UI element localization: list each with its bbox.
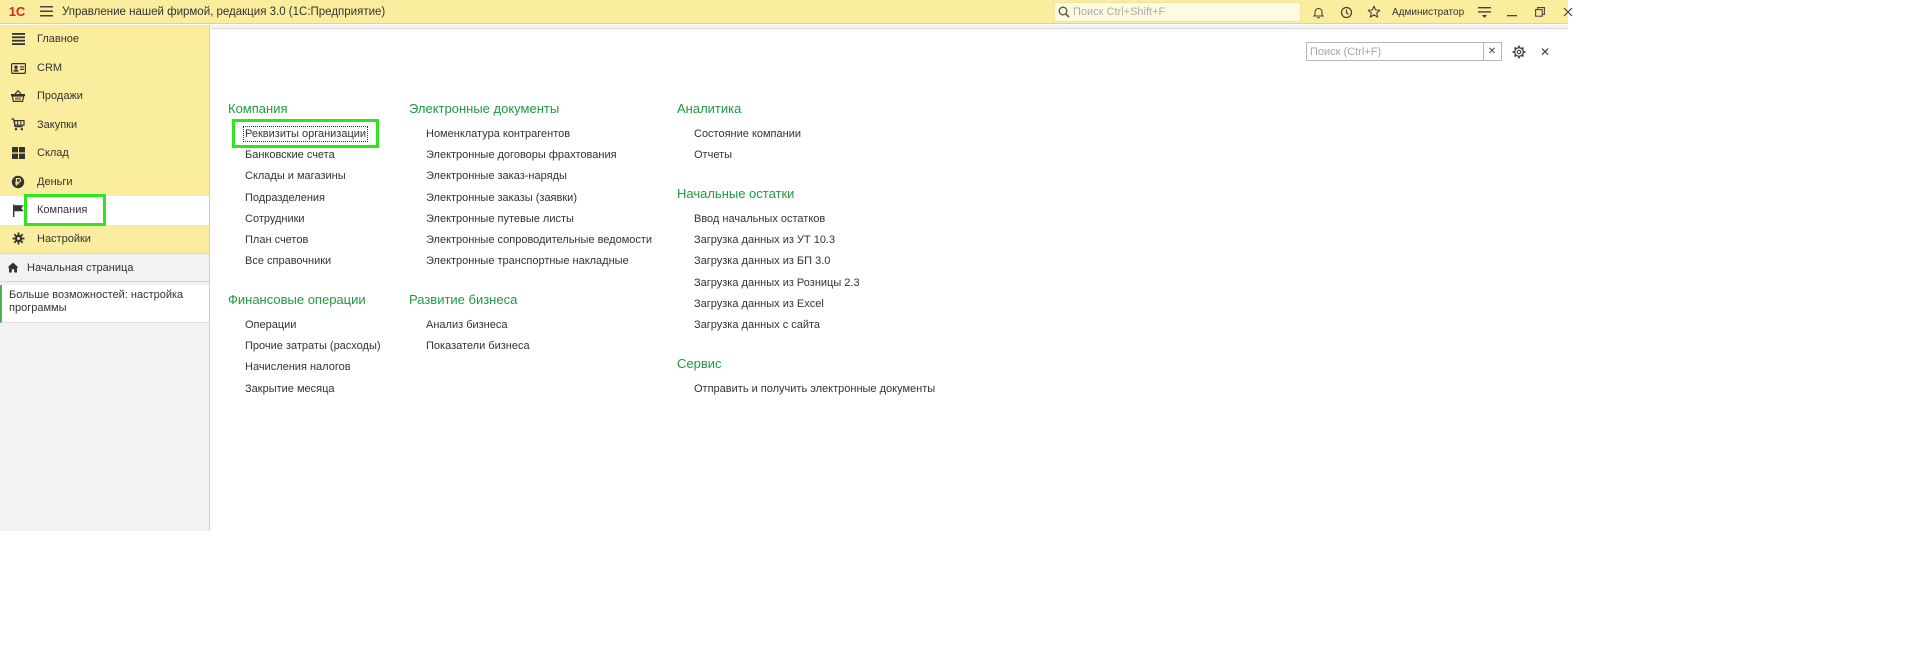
sidebar-item-money[interactable]: Деньги xyxy=(0,168,209,197)
gear-icon xyxy=(10,231,26,247)
sidebar-item-label: Компания xyxy=(37,204,88,217)
menu-lines-icon xyxy=(10,31,26,47)
sidebar-item-label: Настройки xyxy=(37,232,91,245)
panel-settings-icon[interactable] xyxy=(1509,42,1529,62)
main-menu-icon[interactable] xyxy=(34,0,58,24)
sidebar-item-label: Главное xyxy=(37,33,80,46)
group-title-opening-balances: Начальные остатки xyxy=(677,186,795,201)
more-features-link[interactable]: Больше возможностей: настройка программы xyxy=(0,285,209,323)
link-load-ut[interactable]: Загрузка данных из УТ 10.3 xyxy=(694,234,835,246)
sidebar-item-warehouse[interactable]: Склад xyxy=(0,139,209,168)
sidebar-item-label: Закупки xyxy=(37,118,78,131)
link-work-orders[interactable]: Электронные заказ-наряды xyxy=(426,170,567,182)
link-load-site[interactable]: Загрузка данных с сайта xyxy=(694,319,820,331)
group-title-service: Сервис xyxy=(677,356,722,371)
panel-close-icon[interactable]: ✕ xyxy=(1537,42,1553,62)
sidebar-item-crm[interactable]: CRM xyxy=(0,54,209,83)
cart-icon xyxy=(10,117,26,133)
global-search-input[interactable] xyxy=(1073,6,1293,18)
user-name[interactable]: Администратор xyxy=(1392,7,1464,18)
link-employees[interactable]: Сотрудники xyxy=(245,213,305,225)
link-business-indicators[interactable]: Показатели бизнеса xyxy=(426,340,530,352)
sidebar-item-label: Продажи xyxy=(37,90,83,103)
home-icon xyxy=(7,262,21,273)
title-bar: 1С Управление нашей фирмой, редакция 3.0… xyxy=(0,0,1573,24)
link-load-excel[interactable]: Загрузка данных из Excel xyxy=(694,298,824,310)
link-month-closing[interactable]: Закрытие месяца xyxy=(245,383,335,395)
app-logo: 1С xyxy=(8,4,26,19)
link-waybills[interactable]: Электронные путевые листы xyxy=(426,213,574,225)
sidebar: Главное CRM Продажи Закупки Склад Деньги… xyxy=(0,25,210,531)
sidebar-item-label: Склад xyxy=(37,147,69,160)
link-departments[interactable]: Подразделения xyxy=(245,192,325,204)
home-page-label: Начальная страница xyxy=(27,261,134,274)
app-title: Управление нашей фирмой, редакция 3.0 (1… xyxy=(62,5,386,18)
group-title-financial-operations: Финансовые операции xyxy=(228,292,366,307)
main-panel: ✕ ✕ Компания Реквизиты организации Банко… xyxy=(211,25,1568,531)
link-business-analysis[interactable]: Анализ бизнеса xyxy=(426,319,508,331)
group-title-analytics: Аналитика xyxy=(677,101,742,116)
link-transport-invoices[interactable]: Электронные транспортные накладные xyxy=(426,255,629,267)
link-exchange-edocuments[interactable]: Отправить и получить электронные докумен… xyxy=(694,383,935,395)
contact-card-icon xyxy=(10,60,26,76)
settings-menu-icon[interactable] xyxy=(1470,0,1498,24)
panel-search[interactable]: ✕ xyxy=(1306,42,1502,61)
minimize-icon[interactable] xyxy=(1498,0,1526,24)
star-icon[interactable] xyxy=(1360,0,1388,24)
link-enter-opening-balances[interactable]: Ввод начальных остатков xyxy=(694,213,825,225)
group-title-edocuments: Электронные документы xyxy=(409,101,560,116)
close-window-icon[interactable] xyxy=(1554,0,1582,24)
global-search[interactable] xyxy=(1054,2,1301,22)
link-bank-accounts[interactable]: Банковские счета xyxy=(245,149,335,161)
panel-search-input[interactable] xyxy=(1307,45,1483,58)
link-tax-accruals[interactable]: Начисления налогов xyxy=(245,361,351,373)
sidebar-item-sales[interactable]: Продажи xyxy=(0,82,209,111)
basket-icon xyxy=(10,88,26,104)
link-org-details[interactable]: Реквизиты организации xyxy=(242,126,369,142)
link-reports[interactable]: Отчеты xyxy=(694,149,732,161)
link-operations[interactable]: Операции xyxy=(245,319,296,331)
home-page-link[interactable]: Начальная страница xyxy=(0,253,209,282)
coin-icon xyxy=(10,174,26,190)
sidebar-item-company[interactable]: Компания xyxy=(0,196,209,225)
sidebar-item-main[interactable]: Главное xyxy=(0,25,209,54)
clear-search-icon[interactable]: ✕ xyxy=(1483,43,1500,60)
panel-top-border xyxy=(211,25,1568,29)
search-icon xyxy=(1055,3,1073,21)
sidebar-item-purchases[interactable]: Закупки xyxy=(0,111,209,140)
sidebar-item-settings[interactable]: Настройки xyxy=(0,225,209,254)
sidebar-item-label: CRM xyxy=(37,61,63,74)
link-other-expenses[interactable]: Прочие затраты (расходы) xyxy=(245,340,381,352)
flag-icon xyxy=(10,202,26,218)
group-title-business-development: Развитие бизнеса xyxy=(409,292,518,307)
link-accompanying-statements[interactable]: Электронные сопроводительные ведомости xyxy=(426,234,652,246)
restore-icon[interactable] xyxy=(1526,0,1554,24)
history-icon[interactable] xyxy=(1332,0,1360,24)
link-charter-contracts[interactable]: Электронные договоры фрахтования xyxy=(426,149,617,161)
bell-icon[interactable] xyxy=(1304,0,1332,24)
group-title-company: Компания xyxy=(228,101,288,116)
link-counterparty-items[interactable]: Номенклатура контрагентов xyxy=(426,128,570,140)
link-all-catalogs[interactable]: Все справочники xyxy=(245,255,331,267)
link-load-retail[interactable]: Загрузка данных из Розницы 2.3 xyxy=(694,277,860,289)
link-eorders[interactable]: Электронные заказы (заявки) xyxy=(426,192,577,204)
link-load-bp[interactable]: Загрузка данных из БП 3.0 xyxy=(694,255,830,267)
grid-icon xyxy=(10,145,26,161)
link-chart-of-accounts[interactable]: План счетов xyxy=(245,234,308,246)
sections-panel: Главное CRM Продажи Закупки Склад Деньги… xyxy=(0,25,209,253)
link-warehouses-stores[interactable]: Склады и магазины xyxy=(245,170,346,182)
link-company-status[interactable]: Состояние компании xyxy=(694,128,801,140)
sidebar-item-label: Деньги xyxy=(37,175,73,188)
